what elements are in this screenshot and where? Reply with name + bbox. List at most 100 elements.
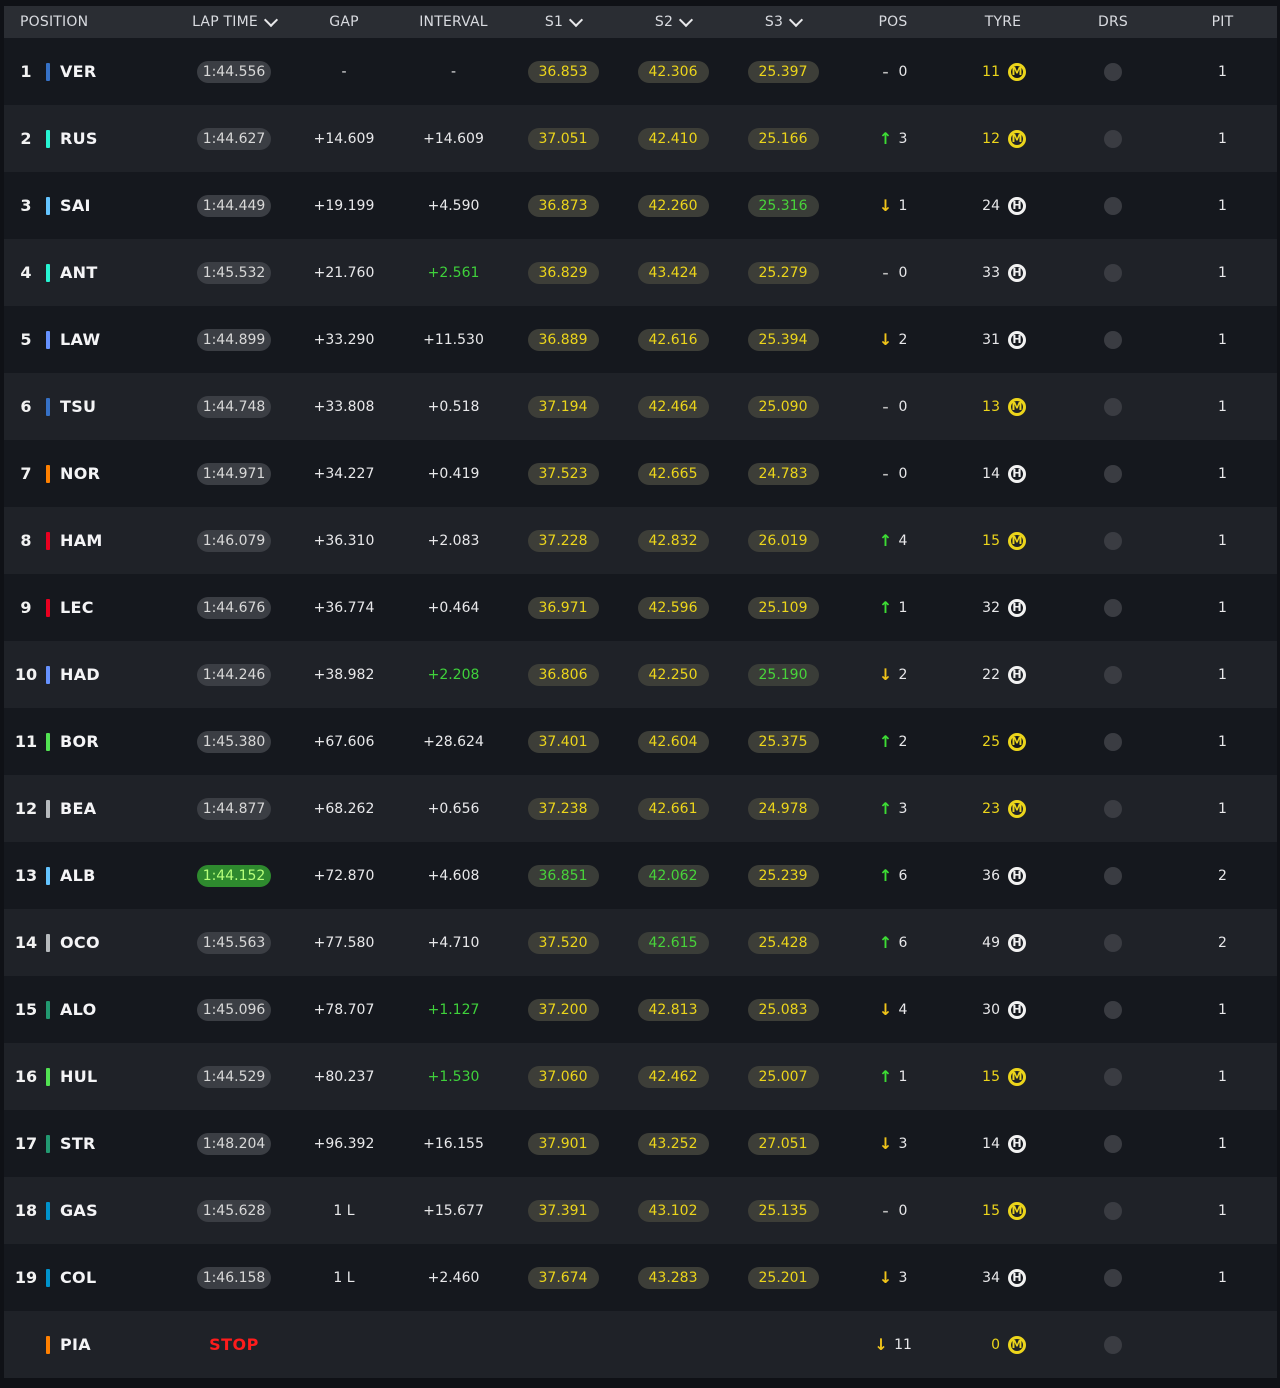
s3-value: 25.135: [747, 1199, 819, 1222]
driver-cell: 14 OCO: [4, 909, 179, 976]
drs-cell: [1058, 440, 1168, 507]
col-s3[interactable]: S3: [728, 6, 838, 38]
tyre-cell: 34 H: [948, 1244, 1058, 1311]
col-position[interactable]: POSITION: [4, 6, 179, 38]
s1-cell: 37.228: [508, 507, 618, 574]
table-row[interactable]: 9 LEC 1:44.676 +36.774 +0.464 36.971 42.…: [4, 574, 1277, 641]
lap-time-cell: 1:46.158: [179, 1244, 289, 1311]
arrow-up-icon: ↑: [878, 128, 893, 148]
col-tyre[interactable]: TYRE: [948, 6, 1058, 38]
table-row[interactable]: 4 ANT 1:45.532 +21.760 +2.561 36.829 43.…: [4, 239, 1277, 306]
lap-time-value: 1:45.532: [196, 261, 272, 284]
col-position-label: POSITION: [20, 14, 89, 30]
drs-indicator-icon: [1104, 263, 1122, 282]
table-row[interactable]: 17 STR 1:48.204 +96.392 +16.155 37.901 4…: [4, 1110, 1277, 1177]
gap-cell: 1 L: [289, 1244, 399, 1311]
driver-cell: 4 ANT: [4, 239, 179, 306]
col-lap-time[interactable]: LAP TIME: [179, 6, 289, 38]
tyre-laps: 32: [982, 599, 1000, 616]
lap-time-value: 1:44.877: [196, 797, 272, 820]
gap-cell: +72.870: [289, 842, 399, 909]
table-row[interactable]: 11 BOR 1:45.380 +67.606 +28.624 37.401 4…: [4, 708, 1277, 775]
hard-tyre-icon: H: [1008, 665, 1026, 684]
gap-value: 1 L: [333, 1202, 355, 1219]
chevron-down-icon: [569, 12, 584, 27]
pit-cell: [1168, 1311, 1277, 1378]
table-row[interactable]: 6 TSU 1:44.748 +33.808 +0.518 37.194 42.…: [4, 373, 1277, 440]
driver-cell: 12 BEA: [4, 775, 179, 842]
driver-code: ALO: [60, 1000, 97, 1019]
s3-value: 25.201: [747, 1266, 819, 1289]
col-gap-label: GAP: [329, 14, 359, 30]
col-pos[interactable]: POS: [838, 6, 948, 38]
table-row[interactable]: 7 NOR 1:44.971 +34.227 +0.419 37.523 42.…: [4, 440, 1277, 507]
s3-value: 25.090: [747, 395, 819, 418]
driver-code: NOR: [60, 464, 101, 483]
table-row[interactable]: 10 HAD 1:44.246 +38.982 +2.208 36.806 42…: [4, 641, 1277, 708]
position-number: 16: [14, 1067, 38, 1086]
medium-tyre-icon: M: [1008, 1335, 1026, 1354]
pos-change: – 0: [879, 265, 908, 281]
tyre-laps: 15: [982, 1068, 1000, 1085]
pos-change-cell: ↓ 2: [838, 641, 948, 708]
s2-value: 42.462: [637, 1065, 709, 1088]
lap-time-value: 1:44.899: [196, 328, 272, 351]
table-row[interactable]: 5 LAW 1:44.899 +33.290 +11.530 36.889 42…: [4, 306, 1277, 373]
s3-cell: 25.279: [728, 239, 838, 306]
s2-cell: 43.252: [618, 1110, 728, 1177]
tyre-cell: 31 H: [948, 306, 1058, 373]
table-row[interactable]: 13 ALB 1:44.152 +72.870 +4.608 36.851 42…: [4, 842, 1277, 909]
s2-value: 42.615: [637, 931, 709, 954]
lap-time-value: 1:44.246: [196, 663, 272, 686]
drs-cell: [1058, 1043, 1168, 1110]
table-row[interactable]: PIA STOP ↓ 11 0 M: [4, 1311, 1277, 1378]
gap-cell: +78.707: [289, 976, 399, 1043]
table-row[interactable]: 15 ALO 1:45.096 +78.707 +1.127 37.200 42…: [4, 976, 1277, 1043]
team-color-bar: [46, 1201, 50, 1220]
pos-change-value: 1: [898, 197, 908, 214]
lap-time-cell: 1:46.079: [179, 507, 289, 574]
table-row[interactable]: 19 COL 1:46.158 1 L +2.460 37.674 43.283…: [4, 1244, 1277, 1311]
tyre-laps: 33: [982, 264, 1000, 281]
s3-value: 25.166: [747, 127, 819, 150]
hard-tyre-icon: H: [1008, 866, 1026, 885]
lap-time-cell: 1:44.676: [179, 574, 289, 641]
pos-change-cell: ↑ 1: [838, 574, 948, 641]
table-row[interactable]: 12 BEA 1:44.877 +68.262 +0.656 37.238 42…: [4, 775, 1277, 842]
lap-time-value: 1:45.563: [196, 931, 272, 954]
s3-value: 25.083: [747, 998, 819, 1021]
arrow-down-icon: ↓: [878, 1133, 893, 1153]
s1-value: 37.238: [527, 797, 599, 820]
s1-value: 37.901: [527, 1132, 599, 1155]
s3-value: 25.316: [747, 194, 819, 217]
tyre-laps: 11: [982, 63, 1000, 80]
drs-cell: [1058, 239, 1168, 306]
table-row[interactable]: 16 HUL 1:44.529 +80.237 +1.530 37.060 42…: [4, 1043, 1277, 1110]
drs-indicator-icon: [1104, 1335, 1122, 1354]
col-s2[interactable]: S2: [618, 6, 728, 38]
team-color-bar: [46, 1134, 50, 1153]
table-row[interactable]: 8 HAM 1:46.079 +36.310 +2.083 37.228 42.…: [4, 507, 1277, 574]
pit-count: 1: [1218, 1269, 1227, 1286]
team-color-bar: [46, 464, 50, 483]
table-row[interactable]: 2 RUS 1:44.627 +14.609 +14.609 37.051 42…: [4, 105, 1277, 172]
pit-cell: 1: [1168, 373, 1277, 440]
col-drs[interactable]: DRS: [1058, 6, 1168, 38]
tyre-laps: 34: [982, 1269, 1000, 1286]
drs-indicator-icon: [1104, 799, 1122, 818]
pit-cell: 1: [1168, 239, 1277, 306]
s1-value: 36.851: [527, 864, 599, 887]
interval-cell: +2.561: [399, 239, 508, 306]
col-interval[interactable]: INTERVAL: [399, 6, 508, 38]
table-row[interactable]: 3 SAI 1:44.449 +19.199 +4.590 36.873 42.…: [4, 172, 1277, 239]
col-s1[interactable]: S1: [508, 6, 618, 38]
col-gap[interactable]: GAP: [289, 6, 399, 38]
table-row[interactable]: 18 GAS 1:45.628 1 L +15.677 37.391 43.10…: [4, 1177, 1277, 1244]
s3-cell: 25.007: [728, 1043, 838, 1110]
col-pit[interactable]: PIT: [1168, 6, 1277, 38]
table-row[interactable]: 14 OCO 1:45.563 +77.580 +4.710 37.520 42…: [4, 909, 1277, 976]
arrow-down-icon: ↓: [878, 664, 893, 684]
table-row[interactable]: 1 VER 1:44.556 - - 36.853 42.306 25.397 …: [4, 38, 1277, 105]
s3-cell: 25.397: [728, 38, 838, 105]
gap-value: +72.870: [313, 867, 375, 884]
